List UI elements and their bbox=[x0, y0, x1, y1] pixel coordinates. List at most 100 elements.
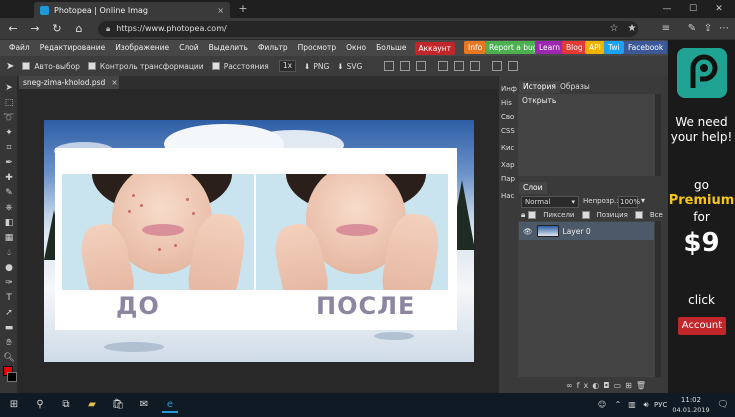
photopea-logo[interactable] bbox=[677, 48, 727, 98]
close-window-button[interactable]: ✕ bbox=[708, 1, 730, 17]
people-icon[interactable]: ☺ bbox=[594, 397, 610, 413]
path-select-icon[interactable]: ➚ bbox=[3, 307, 15, 319]
url-input[interactable]: 🔒︎ https://www.photopea.com/ bbox=[98, 21, 638, 37]
zoom-select[interactable]: 1x bbox=[278, 60, 297, 72]
distances-checkbox[interactable] bbox=[211, 62, 220, 70]
tab-layers[interactable]: Слои bbox=[519, 182, 547, 194]
history-entry[interactable]: Открыть bbox=[522, 96, 556, 105]
hand-tool-icon[interactable]: ✋︎ bbox=[3, 337, 15, 349]
tab-history[interactable]: История bbox=[519, 81, 560, 93]
tab-close-icon[interactable]: × bbox=[217, 6, 224, 15]
star-icon[interactable]: ★ bbox=[624, 21, 640, 37]
browser-tab[interactable]: Photopea | Online Imag × bbox=[34, 2, 230, 18]
lock-all-checkbox[interactable] bbox=[634, 211, 643, 219]
panel-character[interactable]: Хар bbox=[499, 160, 517, 171]
menu-view[interactable]: Просмотр bbox=[293, 40, 342, 56]
transform-controls-checkbox[interactable] bbox=[87, 62, 96, 70]
new-layer-icon[interactable]: ⊞ bbox=[625, 381, 636, 390]
distribute-icon[interactable] bbox=[492, 61, 503, 71]
panel-paragraph[interactable]: Пар bbox=[499, 174, 517, 185]
eyedropper-icon[interactable]: ✒ bbox=[3, 157, 15, 169]
layer-style-icon[interactable]: fx bbox=[577, 381, 593, 390]
home-icon[interactable]: ⌂ bbox=[70, 20, 88, 38]
api-link[interactable]: API bbox=[585, 41, 605, 54]
share-icon[interactable]: ⇪ bbox=[700, 21, 716, 37]
mail-icon[interactable]: ✉ bbox=[136, 397, 152, 413]
minimize-button[interactable]: — bbox=[656, 1, 678, 17]
task-view-icon[interactable]: ⧉ bbox=[58, 397, 74, 413]
link-layers-icon[interactable]: ∞ bbox=[566, 381, 577, 390]
facebook-link[interactable]: Facebook bbox=[624, 41, 668, 54]
panel-properties[interactable]: Сво bbox=[499, 112, 517, 123]
mask-icon[interactable]: ◘ bbox=[603, 381, 613, 390]
blur-tool-icon[interactable]: 💧︎ bbox=[3, 247, 15, 259]
new-group-icon[interactable]: ▭ bbox=[614, 381, 626, 390]
document-tab[interactable]: sneg-zima-kholod.psd × bbox=[19, 76, 119, 89]
new-tab-button[interactable]: + bbox=[236, 3, 250, 16]
language-indicator[interactable]: РУС bbox=[654, 401, 667, 409]
align-middle-icon[interactable] bbox=[454, 61, 465, 71]
dodge-tool-icon[interactable]: ● bbox=[3, 262, 15, 274]
lock-position-checkbox[interactable] bbox=[581, 211, 590, 219]
gradient-tool-icon[interactable]: ▦ bbox=[3, 232, 15, 244]
maximize-button[interactable]: ☐ bbox=[682, 1, 704, 17]
clock-time[interactable]: 11:02 bbox=[676, 396, 706, 404]
volume-icon[interactable]: 🔊︎ bbox=[638, 397, 654, 413]
panel-info[interactable]: Инф bbox=[499, 84, 517, 95]
shape-tool-icon[interactable]: ▬ bbox=[3, 322, 15, 334]
auto-select-option[interactable]: Авто-выбор bbox=[22, 62, 80, 71]
transform-controls-option[interactable]: Контроль трансформации bbox=[87, 62, 204, 71]
account-button[interactable]: Аккаунт bbox=[414, 41, 456, 55]
clone-stamp-icon[interactable]: ⎈ bbox=[3, 202, 15, 214]
ad-account-button[interactable]: Account bbox=[678, 317, 726, 335]
info-link[interactable]: Info bbox=[464, 41, 487, 54]
zoom-tool-icon[interactable]: 🔍︎ bbox=[3, 352, 15, 364]
clock-date[interactable]: 04.01.2019 bbox=[672, 406, 710, 414]
export-svg-button[interactable]: ⬇ SVG bbox=[337, 62, 362, 71]
panel-settings[interactable]: Нас bbox=[499, 191, 517, 202]
bookmark-star-icon[interactable]: ☆ bbox=[606, 21, 622, 37]
magic-wand-icon[interactable]: ✦ bbox=[3, 127, 15, 139]
search-icon[interactable]: ⚲ bbox=[32, 397, 48, 413]
reading-list-icon[interactable]: ≡ bbox=[658, 21, 674, 37]
document-close-icon[interactable]: × bbox=[111, 78, 117, 87]
marquee-tool-icon[interactable]: ⬚ bbox=[3, 97, 15, 109]
layers-scrollbar[interactable] bbox=[655, 221, 661, 377]
menu-window[interactable]: Окно bbox=[341, 40, 371, 56]
menu-edit[interactable]: Редактирование bbox=[35, 40, 110, 56]
export-png-button[interactable]: ⬇ PNG bbox=[304, 62, 329, 71]
report-bug-link[interactable]: Report a bug bbox=[485, 41, 542, 54]
menu-filter[interactable]: Фильтр bbox=[253, 40, 293, 56]
visibility-eye-icon[interactable]: 👁︎ bbox=[523, 227, 533, 236]
windows-start-icon[interactable]: ⊞ bbox=[6, 397, 22, 413]
text-tool-icon[interactable]: T bbox=[3, 292, 15, 304]
more-menu-icon[interactable]: ⋯ bbox=[716, 21, 732, 37]
pen-icon[interactable]: ✎ bbox=[684, 21, 700, 37]
move-tool-icon[interactable]: ➤ bbox=[3, 82, 15, 94]
brush-tool-icon[interactable]: ✎ bbox=[3, 187, 15, 199]
lasso-tool-icon[interactable]: ➰ bbox=[3, 112, 15, 124]
back-arrow-icon[interactable]: ← bbox=[4, 20, 22, 38]
align-right-icon[interactable] bbox=[416, 61, 427, 71]
layer-row[interactable]: 👁︎ Layer 0 bbox=[519, 222, 654, 240]
learn-link[interactable]: Learn bbox=[535, 41, 564, 54]
menu-more[interactable]: Больше bbox=[371, 40, 411, 56]
healing-brush-icon[interactable]: ✚ bbox=[3, 172, 15, 184]
align-left-icon[interactable] bbox=[384, 61, 395, 71]
panel-brush[interactable]: Кис bbox=[499, 143, 517, 154]
pen-tool-icon[interactable]: ✑ bbox=[3, 277, 15, 289]
history-scrollbar[interactable] bbox=[655, 94, 661, 176]
lock-pixels-checkbox[interactable] bbox=[528, 211, 537, 219]
align-bottom-icon[interactable] bbox=[470, 61, 481, 71]
refresh-icon[interactable]: ↻ bbox=[48, 20, 66, 38]
file-explorer-icon[interactable]: ▰ bbox=[84, 397, 100, 413]
opacity-arrow-icon[interactable]: ▾ bbox=[641, 196, 645, 205]
adjustment-layer-icon[interactable]: ◐ bbox=[592, 381, 603, 390]
blog-link[interactable]: Blog bbox=[562, 41, 587, 54]
menu-select[interactable]: Выделить bbox=[204, 40, 253, 56]
opacity-input[interactable]: 100% bbox=[618, 196, 640, 208]
delete-layer-icon[interactable]: 🗑︎ bbox=[636, 381, 650, 390]
notifications-icon[interactable]: 🗨︎ bbox=[715, 397, 731, 413]
background-color-swatch[interactable] bbox=[7, 372, 17, 382]
menu-image[interactable]: Изображение bbox=[110, 40, 174, 56]
